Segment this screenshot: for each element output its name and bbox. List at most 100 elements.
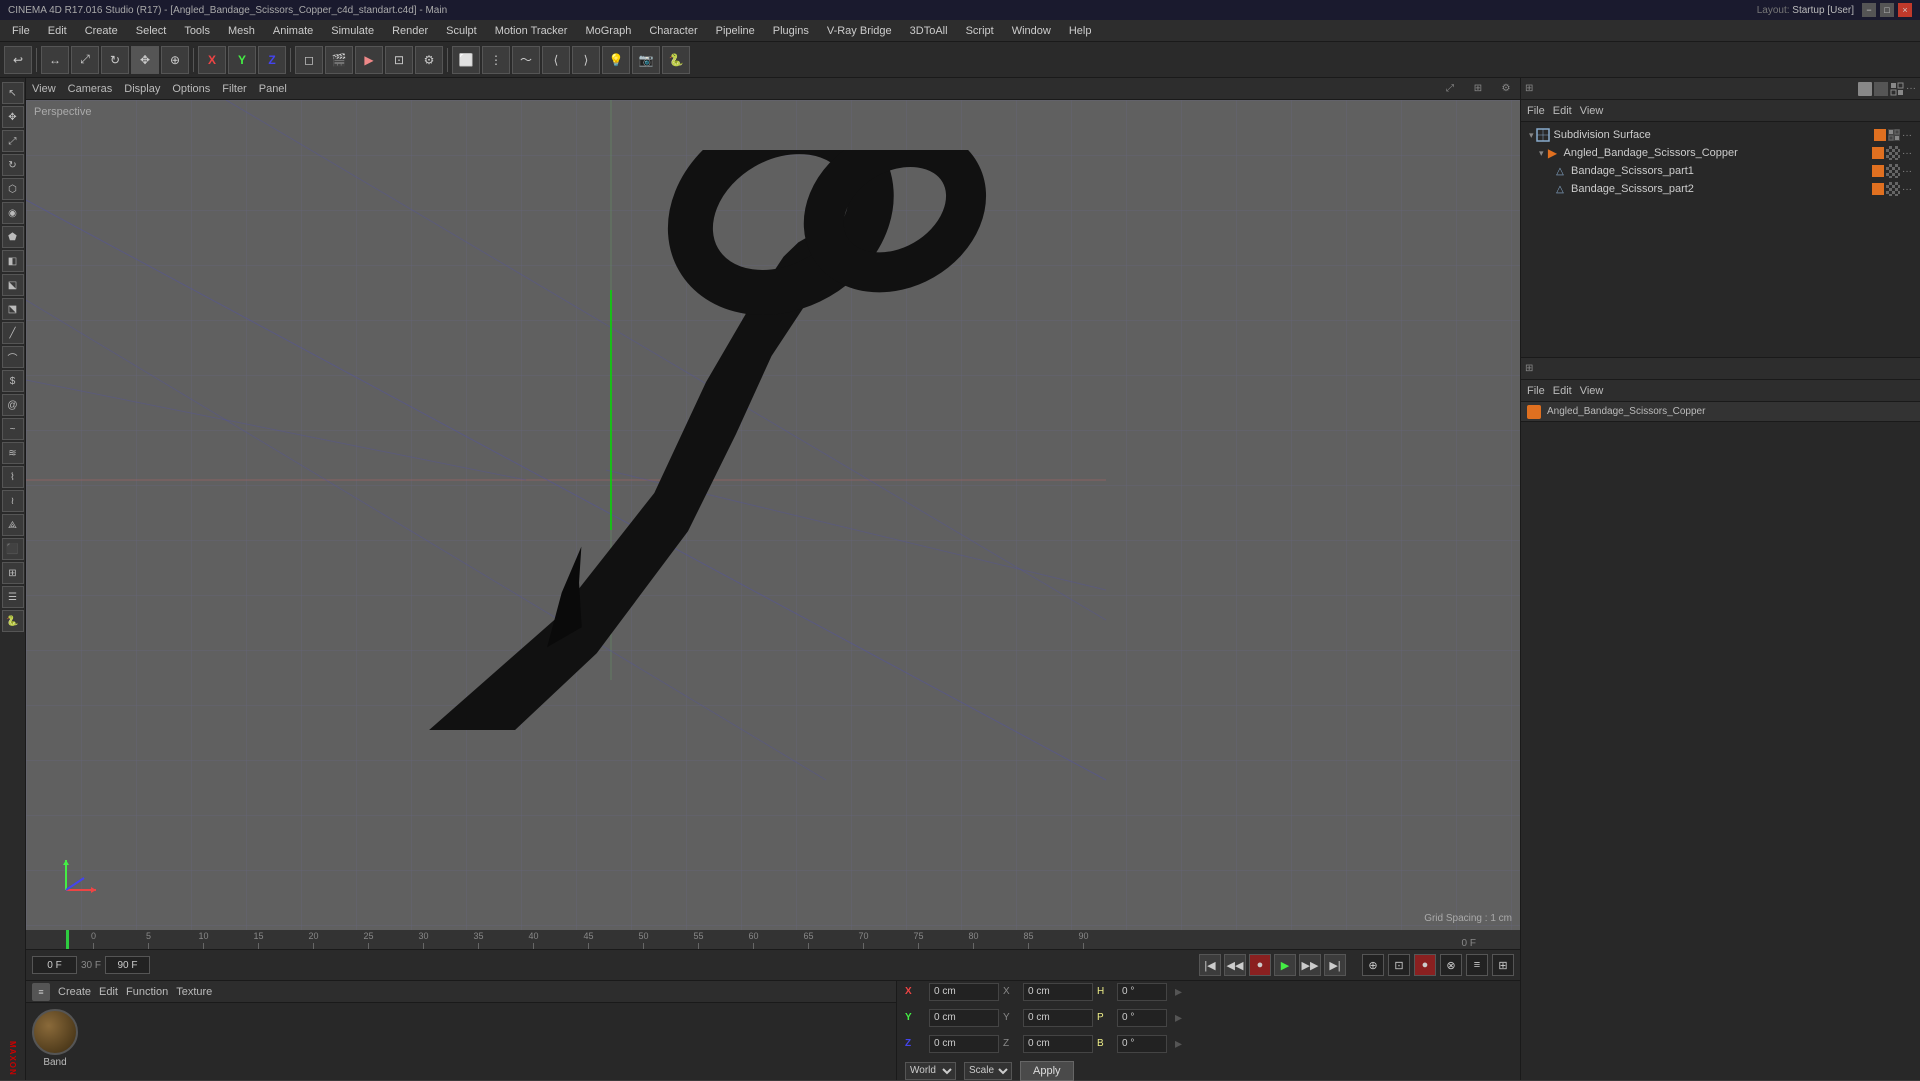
vp-menu-cameras[interactable]: Cameras bbox=[68, 83, 113, 95]
record-button[interactable]: ● bbox=[1249, 954, 1271, 976]
keyframe-btn[interactable]: ⊡ bbox=[1388, 954, 1410, 976]
menu-create[interactable]: Create bbox=[77, 23, 126, 39]
vis-check-0[interactable] bbox=[1888, 129, 1900, 141]
keyframe-auto[interactable]: ⊕ bbox=[1362, 954, 1384, 976]
bottom-menu-edit[interactable]: Edit bbox=[99, 986, 118, 998]
menu-animate[interactable]: Animate bbox=[265, 23, 321, 39]
bottom-menu-create[interactable]: Create bbox=[58, 986, 91, 998]
sidebar-tool6[interactable]: ◉ bbox=[2, 202, 24, 224]
menu-script[interactable]: Script bbox=[958, 23, 1002, 39]
first-frame-button[interactable]: |◀ bbox=[1199, 954, 1221, 976]
sidebar-tool20[interactable]: ⬛ bbox=[2, 538, 24, 560]
camera-btn[interactable]: 🎬 bbox=[325, 46, 353, 74]
menu-sculpt[interactable]: Sculpt bbox=[438, 23, 485, 39]
nurbs-btn[interactable]: ⋮ bbox=[482, 46, 510, 74]
sidebar-tool11[interactable]: ╱ bbox=[2, 322, 24, 344]
sidebar-tool16[interactable]: ≋ bbox=[2, 442, 24, 464]
sidebar-tool17[interactable]: ⌇ bbox=[2, 466, 24, 488]
vis-checker-1[interactable] bbox=[1886, 146, 1900, 160]
record-mode[interactable]: ● bbox=[1414, 954, 1436, 976]
light-btn[interactable]: 💡 bbox=[602, 46, 630, 74]
sidebar-tool19[interactable]: ⟁ bbox=[2, 514, 24, 536]
deform-btn[interactable]: 〜 bbox=[512, 46, 540, 74]
spline-btn[interactable]: ⟨ bbox=[542, 46, 570, 74]
render-region-btn[interactable]: ⊡ bbox=[385, 46, 413, 74]
vp-menu-view[interactable]: View bbox=[32, 83, 56, 95]
apply-button[interactable]: Apply bbox=[1020, 1061, 1074, 1081]
vis-orange-3[interactable] bbox=[1872, 183, 1884, 195]
prev-frame-button[interactable]: ◀◀ bbox=[1224, 954, 1246, 976]
render-settings-btn[interactable]: ⚙ bbox=[415, 46, 443, 74]
obj-menu-view[interactable]: View bbox=[1580, 105, 1604, 117]
minimize-button[interactable]: − bbox=[1862, 3, 1876, 17]
menu-plugins[interactable]: Plugins bbox=[765, 23, 817, 39]
menu-edit[interactable]: Edit bbox=[40, 23, 75, 39]
menu-render[interactable]: Render bbox=[384, 23, 436, 39]
sidebar-tool14[interactable]: @ bbox=[2, 394, 24, 416]
sidebar-tool18[interactable]: ≀ bbox=[2, 490, 24, 512]
vp-menu-display[interactable]: Display bbox=[124, 83, 160, 95]
menu-3dtoall[interactable]: 3DToAll bbox=[902, 23, 956, 39]
z-position-input[interactable] bbox=[929, 1035, 999, 1053]
p-input[interactable] bbox=[1117, 1009, 1167, 1027]
move-tool[interactable]: ↔ bbox=[41, 46, 69, 74]
sidebar-tool10[interactable]: ⬔ bbox=[2, 298, 24, 320]
menu-tools[interactable]: Tools bbox=[176, 23, 218, 39]
axis-tool[interactable]: ⊕ bbox=[161, 46, 189, 74]
sidebar-tool23[interactable]: 🐍 bbox=[2, 610, 24, 632]
menu-pipeline[interactable]: Pipeline bbox=[708, 23, 763, 39]
attr-menu-edit[interactable]: Edit bbox=[1553, 385, 1572, 397]
menu-window[interactable]: Window bbox=[1004, 23, 1059, 39]
obj-row-subdivision[interactable]: ▾ Subdivision Surface bbox=[1525, 126, 1916, 144]
material-item[interactable]: Band bbox=[32, 1009, 78, 1068]
obj-row-part2[interactable]: △ Bandage_Scissors_part2 ··· bbox=[1525, 180, 1916, 198]
vis-orange-2[interactable] bbox=[1872, 165, 1884, 177]
menu-mesh[interactable]: Mesh bbox=[220, 23, 263, 39]
menu-help[interactable]: Help bbox=[1061, 23, 1100, 39]
sidebar-tool8[interactable]: ◧ bbox=[2, 250, 24, 272]
sidebar-tool22[interactable]: ☰ bbox=[2, 586, 24, 608]
vp-menu-panel[interactable]: Panel bbox=[259, 83, 287, 95]
vp-menu-options[interactable]: Options bbox=[172, 83, 210, 95]
y-axis-btn[interactable]: Y bbox=[228, 46, 256, 74]
sidebar-tool9[interactable]: ⬕ bbox=[2, 274, 24, 296]
render-btn[interactable]: ▶ bbox=[355, 46, 383, 74]
scale-mode-select[interactable]: Scale Size bbox=[964, 1062, 1012, 1080]
material-ball[interactable] bbox=[32, 1009, 78, 1055]
bottom-menu-function[interactable]: Function bbox=[126, 986, 168, 998]
transform-tool[interactable]: ✥ bbox=[131, 46, 159, 74]
obj-row-scissors-group[interactable]: ▾ ▶ Angled_Bandage_Scissors_Copper ··· bbox=[1525, 144, 1916, 162]
p-expand[interactable]: ▸ bbox=[1175, 1009, 1182, 1026]
menu-mograph[interactable]: MoGraph bbox=[577, 23, 639, 39]
sidebar-tool15[interactable]: ~ bbox=[2, 418, 24, 440]
camera2-btn[interactable]: 📷 bbox=[632, 46, 660, 74]
rotate-tool[interactable]: ↻ bbox=[101, 46, 129, 74]
viewport[interactable]: Perspective bbox=[26, 100, 1520, 930]
next-frame-button[interactable]: ▶▶ bbox=[1299, 954, 1321, 976]
last-frame-button[interactable]: ▶| bbox=[1324, 954, 1346, 976]
attr-menu-file[interactable]: File bbox=[1527, 385, 1545, 397]
x-axis-btn[interactable]: X bbox=[198, 46, 226, 74]
end-frame-input[interactable] bbox=[105, 956, 150, 974]
sidebar-move[interactable]: ✥ bbox=[2, 106, 24, 128]
vis-checker-2[interactable] bbox=[1886, 164, 1900, 178]
viewport-settings[interactable]: ⚙ bbox=[1498, 81, 1514, 97]
sidebar-tool21[interactable]: ⊞ bbox=[2, 562, 24, 584]
sidebar-rotate[interactable]: ↻ bbox=[2, 154, 24, 176]
z-axis-btn[interactable]: Z bbox=[258, 46, 286, 74]
timeline-expand[interactable]: ⊞ bbox=[1492, 954, 1514, 976]
cube-btn[interactable]: ⬜ bbox=[452, 46, 480, 74]
vp-menu-filter[interactable]: Filter bbox=[222, 83, 246, 95]
sidebar-tool5[interactable]: ⬡ bbox=[2, 178, 24, 200]
coord-system-select[interactable]: World Object bbox=[905, 1062, 956, 1080]
start-frame-input[interactable] bbox=[32, 956, 77, 974]
obj-menu-edit[interactable]: Edit bbox=[1553, 105, 1572, 117]
sidebar-scale[interactable]: ⤢ bbox=[2, 130, 24, 152]
x-position-input[interactable] bbox=[929, 983, 999, 1001]
spline2-btn[interactable]: ⟩ bbox=[572, 46, 600, 74]
h-expand[interactable]: ▸ bbox=[1175, 983, 1182, 1000]
y-size-input[interactable] bbox=[1023, 1009, 1093, 1027]
z-size-input[interactable] bbox=[1023, 1035, 1093, 1053]
obj-row-part1[interactable]: △ Bandage_Scissors_part1 ··· bbox=[1525, 162, 1916, 180]
menu-v-ray-bridge[interactable]: V-Ray Bridge bbox=[819, 23, 900, 39]
